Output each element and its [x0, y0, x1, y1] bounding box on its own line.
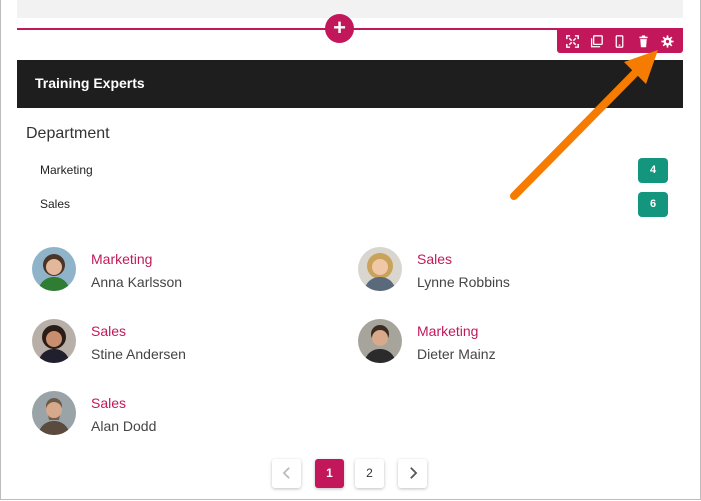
department-name: Sales	[40, 197, 71, 211]
person-department[interactable]: Marketing	[417, 323, 478, 339]
avatar	[32, 391, 76, 435]
person-name: Lynne Robbins	[417, 274, 510, 290]
person-name: Dieter Mainz	[417, 346, 496, 362]
trash-icon[interactable]	[635, 33, 653, 51]
person-card[interactable]: Marketing Anna Karlsson	[32, 247, 312, 293]
person-card[interactable]: Sales Alan Dodd	[32, 391, 312, 437]
person-name: Stine Andersen	[91, 346, 186, 362]
person-card[interactable]: Sales Stine Andersen	[32, 319, 312, 365]
chevron-right-icon	[409, 467, 417, 479]
person-department[interactable]: Sales	[91, 395, 126, 411]
previous-section	[17, 0, 683, 18]
pagination-prev-button[interactable]	[272, 459, 301, 488]
avatar	[32, 319, 76, 363]
avatar	[358, 319, 402, 363]
department-name: Marketing	[40, 163, 93, 177]
person-department[interactable]: Sales	[91, 323, 126, 339]
add-section-button[interactable]: +	[325, 14, 354, 43]
avatar	[358, 247, 402, 291]
person-card[interactable]: Sales Lynne Robbins	[358, 247, 638, 293]
person-name: Anna Karlsson	[91, 274, 183, 290]
department-label: Department	[26, 125, 110, 142]
widget-toolbar	[557, 30, 683, 53]
person-card[interactable]: Marketing Dieter Mainz	[358, 319, 638, 365]
widget-title: Training Experts	[35, 75, 145, 91]
chevron-left-icon	[282, 467, 290, 479]
avatar	[32, 247, 76, 291]
pagination-page-2[interactable]: 2	[355, 459, 384, 488]
department-filter-marketing[interactable]: Marketing 4	[40, 158, 668, 184]
gear-icon[interactable]	[658, 33, 676, 51]
person-department[interactable]: Marketing	[91, 251, 152, 267]
department-filter-sales[interactable]: Sales 6	[40, 192, 668, 218]
duplicate-icon[interactable]	[587, 33, 605, 51]
person-name: Alan Dodd	[91, 418, 157, 434]
count-badge: 4	[638, 158, 668, 183]
widget-header: Training Experts	[17, 60, 683, 108]
mobile-icon[interactable]	[611, 33, 629, 51]
pagination-page-1[interactable]: 1	[315, 459, 344, 488]
pagination-next-button[interactable]	[398, 459, 427, 488]
count-badge: 6	[638, 192, 668, 217]
fullscreen-icon[interactable]	[564, 33, 582, 51]
person-department[interactable]: Sales	[417, 251, 452, 267]
